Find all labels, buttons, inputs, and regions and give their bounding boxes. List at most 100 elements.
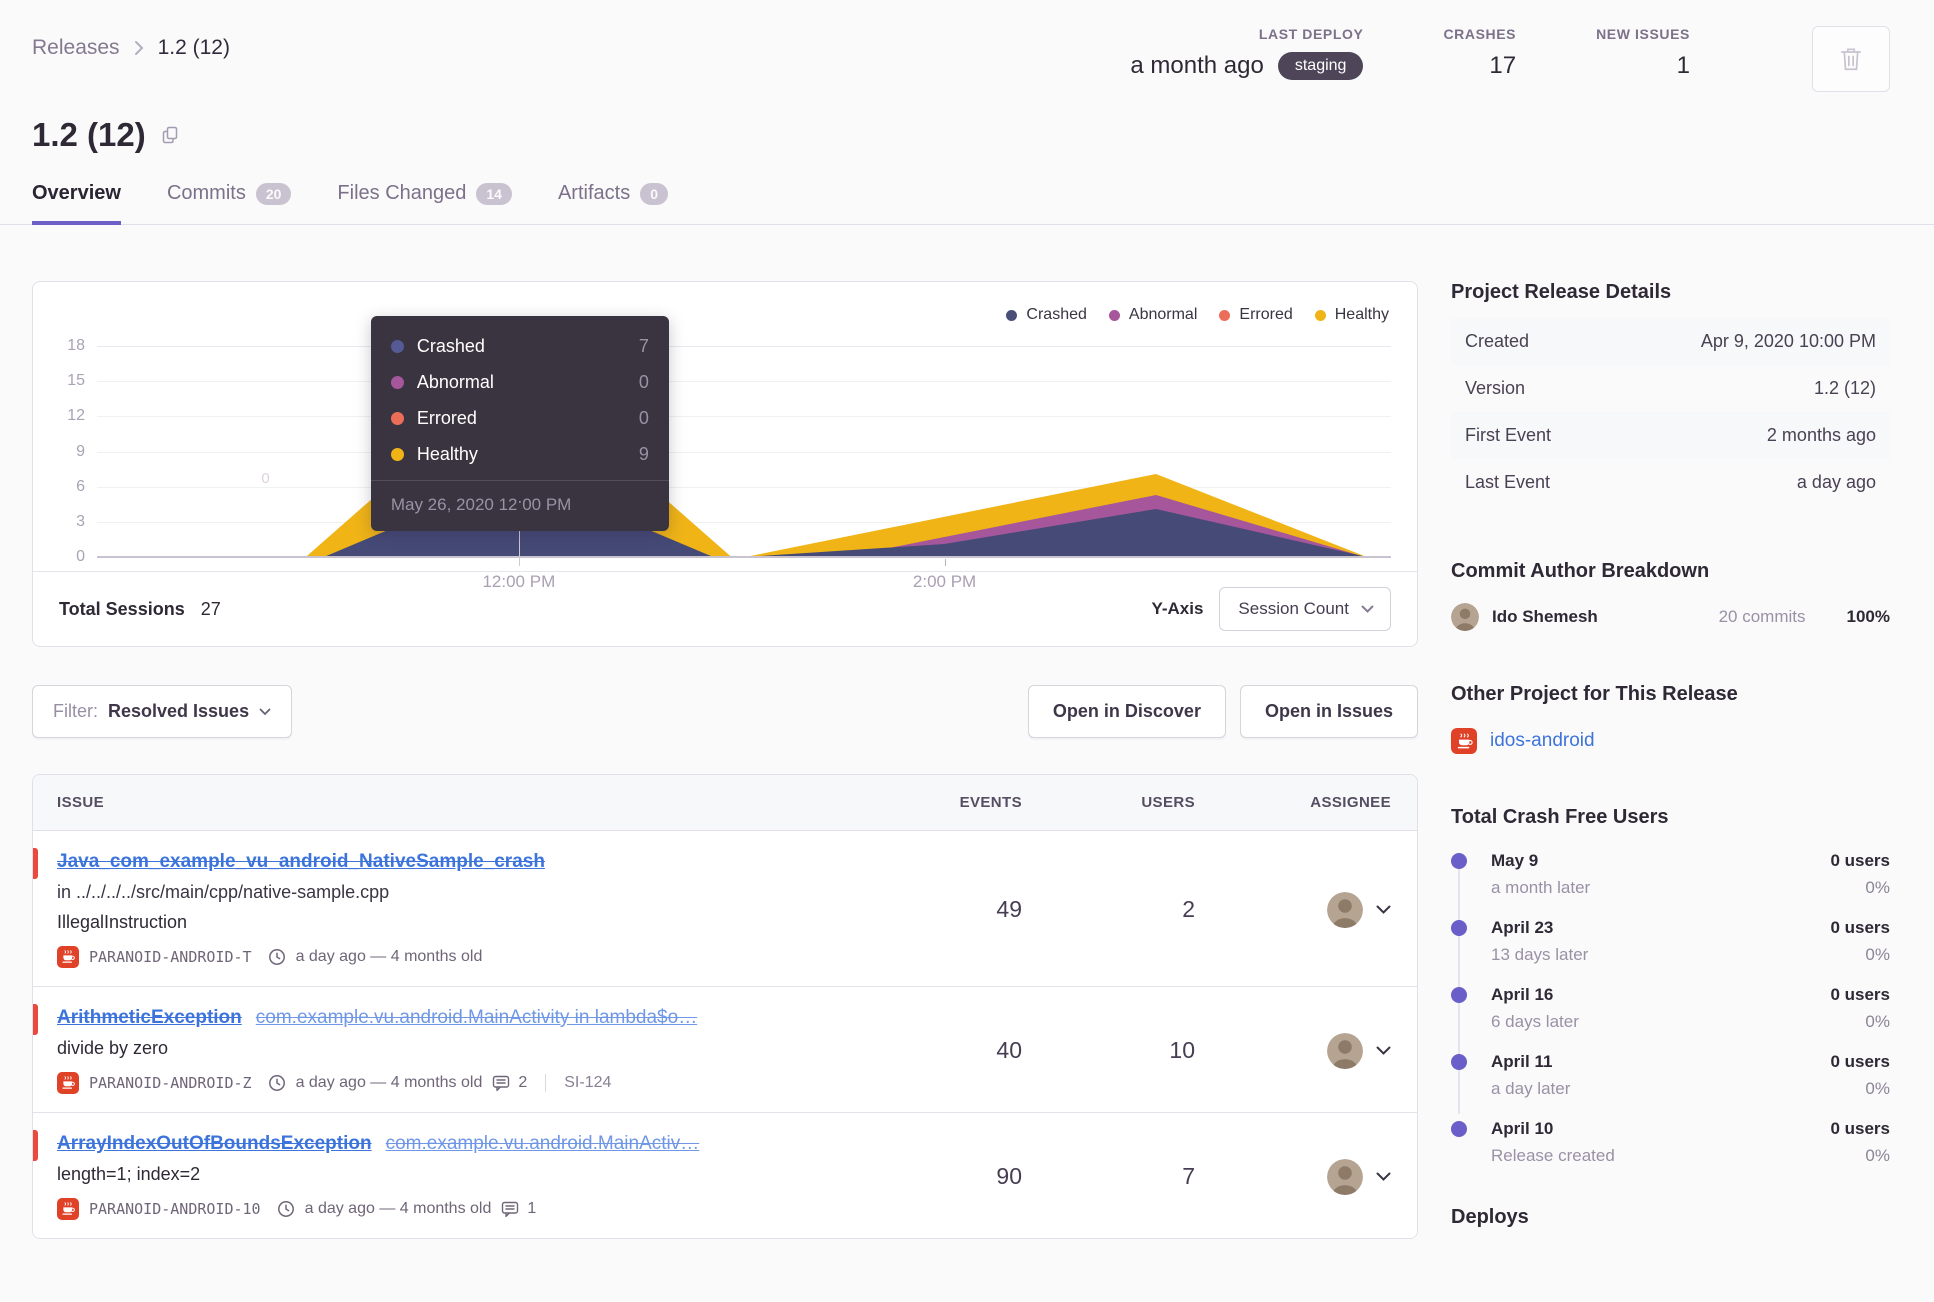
breadcrumb-current: 1.2 (12) (157, 36, 230, 59)
trash-icon (1838, 45, 1864, 73)
issue-row: ArithmeticException com.example.vu.androi… (33, 987, 1417, 1113)
commit-author-row: Ido Shemesh 20 commits 100% (1451, 603, 1890, 631)
chevron-down-icon (259, 708, 271, 716)
tab-badge: 0 (640, 182, 669, 205)
chevron-right-icon (134, 40, 144, 56)
legend-healthy: Healthy (1314, 306, 1389, 324)
chart-areas (305, 370, 1367, 557)
copy-icon[interactable] (160, 125, 180, 145)
project-release-details: Project Release Details Created Apr 9, 20… (1451, 281, 1890, 506)
total-sessions-label: Total Sessions (59, 598, 185, 619)
crash-free-item: April 10 Release created 0 users 0% (1451, 1119, 1890, 1166)
timeline-dot-icon (1451, 987, 1467, 1003)
crash-free-item: April 16 6 days later 0 users 0% (1451, 985, 1890, 1032)
x-tick (944, 559, 946, 566)
issue-annotation[interactable]: SI-124 (564, 1074, 611, 1092)
issue-row: ArrayIndexOutOfBoundsException com.exampl… (33, 1113, 1417, 1238)
events-count: 90 (996, 1163, 1022, 1189)
timeline-dot-icon (1451, 1121, 1467, 1137)
tab-label: Files Changed (337, 182, 467, 204)
tab-artifacts[interactable]: Artifacts 0 (557, 182, 669, 225)
timeline-dot-icon (1451, 853, 1467, 869)
tab-overview[interactable]: Overview (32, 182, 121, 225)
events-count: 49 (996, 896, 1022, 922)
chart-y-axis: 18 15 12 9 6 3 0 (67, 337, 85, 565)
tab-badge: 14 (476, 182, 512, 205)
crash-free-users-section: Total Crash Free Users May 9a month late… (1451, 806, 1890, 1166)
issue-title-link[interactable]: ArithmeticException (57, 1007, 242, 1028)
assignee-control[interactable] (1195, 1007, 1391, 1094)
yaxis-select[interactable]: Session Count (1219, 587, 1391, 631)
assignee-avatar (1327, 891, 1363, 928)
stat-label: LAST DEPLOY (1258, 26, 1364, 42)
issues-table: ISSUE EVENTS USERS ASSIGNEE Java_com_exa… (32, 774, 1418, 1239)
timeline-dot-icon (1451, 1054, 1467, 1070)
open-in-discover-button[interactable]: Open in Discover (1027, 685, 1226, 738)
tab-bar: Overview Commits 20 Files Changed 14 Art… (0, 182, 1934, 225)
issue-culprit: com.example.vu.android.MainActivity in l… (255, 1007, 698, 1028)
commit-author-breakdown: Commit Author Breakdown Ido Shemesh 20 c… (1451, 560, 1890, 631)
environment-badge: staging (1277, 52, 1364, 80)
chevron-down-icon (1376, 1172, 1391, 1181)
assignee-avatar (1327, 1032, 1363, 1069)
author-name: Ido Shemesh (1492, 607, 1598, 626)
chevron-down-icon (1361, 605, 1374, 613)
legend-errored: Errored (1219, 306, 1293, 324)
issues-filter-select[interactable]: Filter: Resolved Issues (32, 685, 293, 738)
detail-row-version: Version 1.2 (12) (1465, 378, 1876, 398)
tooltip-dot-healthy-icon (390, 448, 404, 461)
chart-baseline (97, 556, 1391, 558)
project-slug: PARANOID-ANDROID-T (89, 948, 252, 966)
comments-badge[interactable]: 2 (492, 1074, 527, 1092)
legend-abnormal: Abnormal (1108, 306, 1197, 324)
new-issues-value: 1 (1676, 52, 1690, 79)
breadcrumb-releases-link[interactable]: Releases (32, 36, 120, 60)
section-heading: Commit Author Breakdown (1451, 560, 1710, 582)
tab-files-changed[interactable]: Files Changed 14 (337, 182, 512, 225)
legend-crashed: Crashed (1006, 306, 1087, 324)
tab-commits[interactable]: Commits 20 (167, 182, 292, 225)
author-commit-count: 20 commits (1718, 607, 1806, 626)
assignee-control[interactable] (1195, 1133, 1391, 1220)
breadcrumb: Releases 1.2 (12) (32, 26, 230, 60)
stat-last-deploy: LAST DEPLOY a month ago staging (1130, 26, 1364, 80)
resolved-indicator-bar (33, 848, 38, 879)
comments-badge[interactable]: 1 (501, 1200, 536, 1218)
tab-badge: 20 (255, 182, 292, 205)
section-heading: Project Release Details (1451, 281, 1672, 303)
sessions-chart-card: Crashed Abnormal Errored Healthy 18 15 1… (32, 281, 1418, 647)
detail-row-first-event: First Event 2 months ago (1451, 412, 1890, 459)
tab-label: Artifacts (557, 182, 631, 204)
release-sidebar: Project Release Details Created Apr 9, 20… (1451, 281, 1890, 1229)
section-heading: Other Project for This Release (1451, 683, 1738, 705)
crash-free-item: April 11 a day later 0 users 0% (1451, 1052, 1890, 1099)
detail-row-created: Created Apr 9, 2020 10:00 PM (1451, 318, 1890, 365)
section-heading: Total Crash Free Users (1451, 806, 1669, 828)
issue-title-link[interactable]: Java_com_example_vu_android_NativeSample… (57, 851, 545, 872)
last-deploy-value: a month ago (1130, 52, 1264, 79)
issue-title-link[interactable]: ArrayIndexOutOfBoundsException (57, 1133, 372, 1154)
open-in-issues-button[interactable]: Open in Issues (1239, 685, 1418, 738)
tooltip-dot-crashed-icon (390, 340, 404, 353)
project-java-icon (57, 1198, 79, 1220)
chart-footer: Total Sessions 27 Y-Axis Session Count (33, 571, 1417, 646)
stat-label: CRASHES (1443, 26, 1517, 42)
issue-culprit-path: in ../../../../src/main/cpp/native-sampl… (57, 882, 390, 902)
issue-message: divide by zero (57, 1038, 169, 1058)
delete-release-button[interactable] (1812, 26, 1890, 92)
project-slug: PARANOID-ANDROID-10 (89, 1200, 261, 1218)
comment-icon (501, 1201, 519, 1218)
chevron-down-icon (1376, 905, 1391, 914)
project-java-icon (57, 946, 79, 968)
assignee-control[interactable] (1195, 851, 1391, 968)
sessions-area-chart[interactable]: 0 12:00 PM 2:00 PM Crashed 7 Abnormal 0 … (97, 316, 1391, 591)
project-java-icon (57, 1072, 79, 1094)
tooltip-dot-errored-icon (390, 412, 404, 425)
chevron-down-icon (1376, 1046, 1391, 1055)
deploys-heading: Deploys (1451, 1206, 1529, 1228)
resolved-indicator-bar (33, 1004, 38, 1035)
tab-label: Overview (32, 182, 121, 204)
issue-age: a day ago — 4 months old (295, 1074, 483, 1091)
other-project-link[interactable]: idos-android (1490, 730, 1595, 752)
project-slug: PARANOID-ANDROID-Z (89, 1074, 252, 1092)
